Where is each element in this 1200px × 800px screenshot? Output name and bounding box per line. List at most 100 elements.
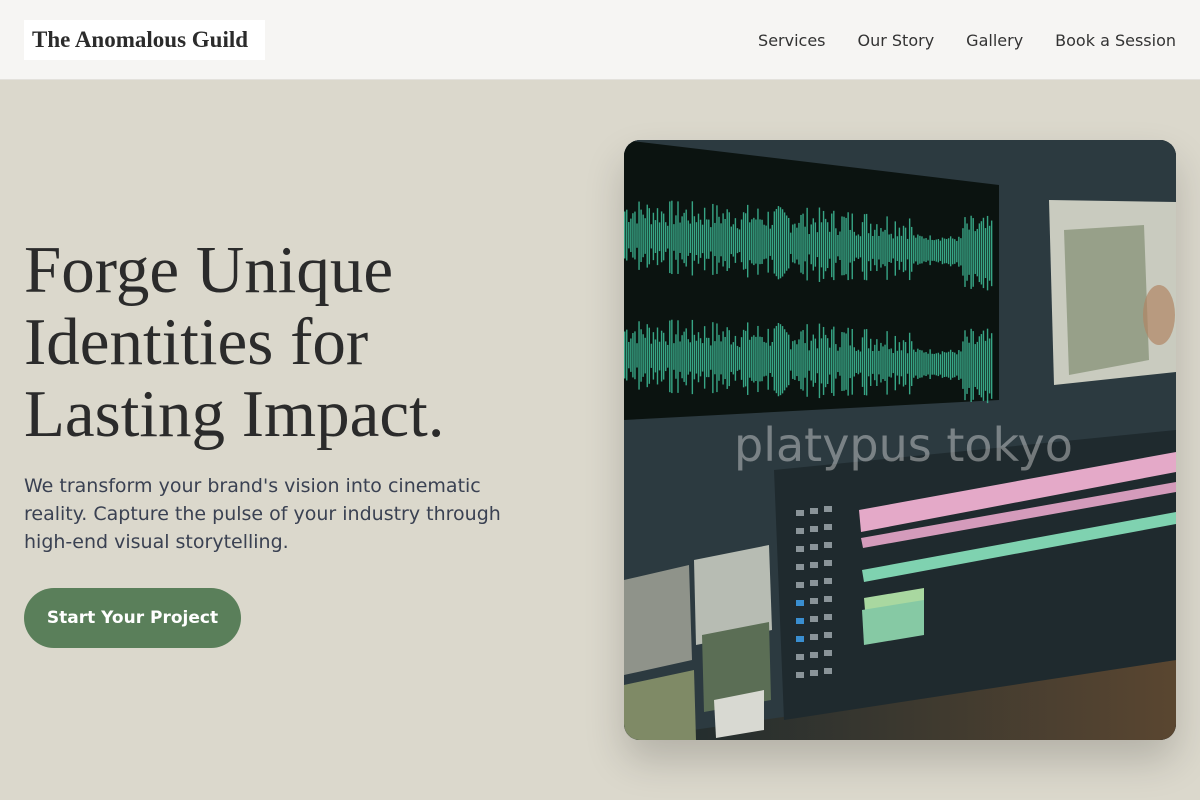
waveform-bar xyxy=(841,332,843,391)
waveform-bar xyxy=(952,238,954,265)
waveform-bar xyxy=(644,337,646,374)
track-control-button xyxy=(824,650,832,656)
waveform-bar xyxy=(853,231,855,262)
waveform-bar xyxy=(884,229,886,267)
waveform-bar xyxy=(896,350,899,376)
nav-link-services[interactable]: Services xyxy=(758,31,825,50)
waveform-bar xyxy=(925,238,927,263)
waveform-bar xyxy=(798,222,800,265)
waveform-bar xyxy=(693,334,696,380)
waveform-bar xyxy=(722,331,724,385)
waveform-bar xyxy=(773,328,776,391)
waveform-bar xyxy=(980,334,983,398)
brand-logo[interactable]: The Anomalous Guild xyxy=(24,20,265,60)
waveform-bar xyxy=(915,237,917,262)
waveform-bar xyxy=(919,349,921,378)
nav-link-gallery[interactable]: Gallery xyxy=(966,31,1023,50)
waveform-bar xyxy=(824,334,827,388)
waveform-bar xyxy=(906,238,909,260)
waveform-bar xyxy=(890,348,892,378)
waveform-bar xyxy=(796,227,798,260)
waveform-bar xyxy=(798,339,800,382)
waveform-bar xyxy=(943,352,946,378)
waveform-bar xyxy=(699,338,702,377)
hero-subtitle-line: We transform your brand's vision into ci… xyxy=(24,475,481,497)
waveform-bar xyxy=(917,234,919,265)
track-control-button xyxy=(824,596,832,602)
waveform-bar xyxy=(882,346,884,380)
waveform-bar xyxy=(818,323,821,399)
waveform-bar xyxy=(976,228,978,277)
waveform-bar xyxy=(757,325,759,393)
waveform-bar xyxy=(714,222,716,257)
waveform-bar xyxy=(667,344,669,368)
waveform-bar xyxy=(701,224,704,254)
waveform-bar xyxy=(894,221,896,276)
waveform-bar xyxy=(941,351,944,378)
waveform-bar xyxy=(792,224,794,263)
waveform-bar xyxy=(630,338,632,372)
waveform-bar xyxy=(708,337,710,378)
waveform-bar xyxy=(945,239,948,264)
waveform-bar xyxy=(931,353,933,375)
waveform-bar xyxy=(634,211,636,260)
waveform-bar xyxy=(935,353,937,376)
waveform-bar xyxy=(835,344,837,379)
waveform-bar xyxy=(624,331,626,379)
waveform-bar xyxy=(697,332,700,383)
waveform-bar xyxy=(777,206,780,280)
waveform-bar xyxy=(962,341,964,389)
waveform-bar xyxy=(810,340,812,381)
waveform-bar xyxy=(646,324,648,388)
waveform-bar xyxy=(925,352,927,377)
waveform-bar xyxy=(749,339,751,378)
waveform-bar xyxy=(898,227,901,270)
waveform-bar xyxy=(790,349,792,371)
waveform-bar xyxy=(988,338,991,394)
waveform-bar xyxy=(744,330,747,387)
waveform-bar xyxy=(968,342,970,388)
waveform-bar xyxy=(638,201,640,270)
waveform-bar xyxy=(837,234,839,257)
waveform-bar xyxy=(896,236,899,262)
waveform-bar xyxy=(650,224,653,249)
waveform-bar xyxy=(816,232,819,258)
track-control-button xyxy=(796,564,804,570)
waveform-bar xyxy=(954,352,956,378)
waveform-bar xyxy=(640,329,642,382)
nav-link-our-story[interactable]: Our Story xyxy=(858,31,935,50)
waveform-bar xyxy=(759,219,761,265)
waveform-bar xyxy=(757,208,759,275)
waveform-bar xyxy=(679,341,681,372)
waveform-bar xyxy=(976,341,978,390)
waveform-bar xyxy=(908,218,911,281)
waveform-bar xyxy=(857,234,860,259)
waveform-bar xyxy=(785,332,788,388)
waveform-bar xyxy=(982,217,985,289)
waveform-bar xyxy=(974,344,976,387)
track-control-button xyxy=(796,672,804,678)
waveform-bar xyxy=(947,351,950,378)
waveform-bar xyxy=(865,329,868,396)
nav-link-book-a-session[interactable]: Book a Session xyxy=(1055,31,1176,50)
waveform-bar xyxy=(921,350,923,378)
track-control-button xyxy=(824,506,832,512)
waveform-bar xyxy=(665,341,667,372)
waveform-bar xyxy=(716,205,718,274)
waveform-bar xyxy=(892,353,894,374)
waveform-bar xyxy=(652,332,655,380)
waveform-bar xyxy=(972,331,974,400)
waveform-bar xyxy=(775,208,778,277)
waveform-bar xyxy=(956,354,958,376)
waveform-bar xyxy=(660,330,663,382)
waveform-bar xyxy=(931,239,933,261)
waveform-bar xyxy=(689,223,691,253)
waveform-bar xyxy=(806,324,808,397)
start-project-button[interactable]: Start Your Project xyxy=(24,588,241,648)
waveform-bar xyxy=(849,229,851,263)
waveform-bar xyxy=(681,216,683,260)
waveform-bar xyxy=(833,210,835,281)
waveform-bar xyxy=(654,339,657,373)
waveform-bar xyxy=(806,207,808,281)
waveform-bar xyxy=(966,336,968,394)
